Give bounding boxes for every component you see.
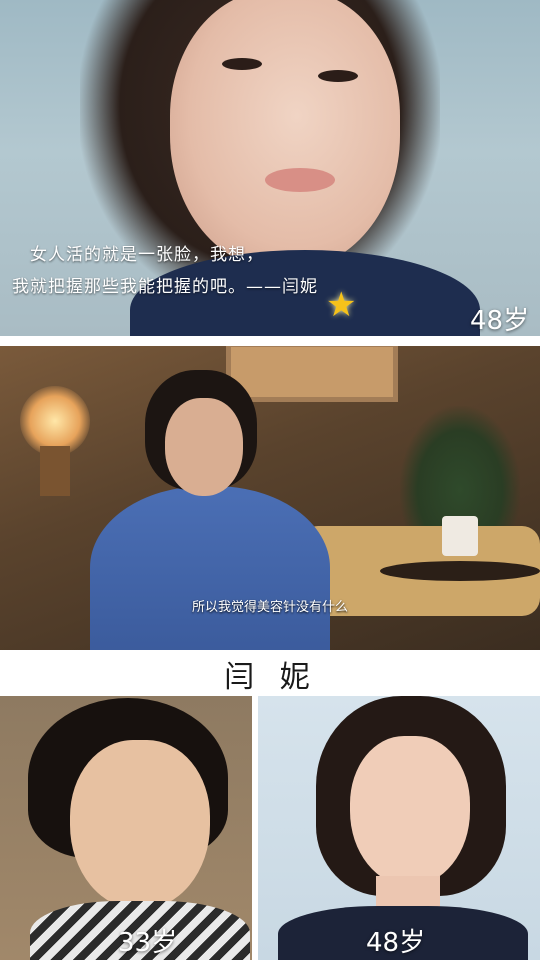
name-label: 闫 妮 bbox=[224, 660, 318, 695]
lips bbox=[265, 168, 335, 192]
video-subtitle: 所以我觉得美容针没有什么 bbox=[191, 600, 348, 615]
portrait-panel: 女人活的就是一张脸，我想， 我就把握那些我能把握的吧。——闫妮 ★ 48岁 bbox=[0, 0, 540, 336]
blue-jacket bbox=[90, 486, 330, 650]
star-icon: ★ bbox=[326, 285, 357, 325]
picture-frame bbox=[226, 346, 398, 402]
left-eye bbox=[222, 58, 262, 70]
right-eye bbox=[318, 70, 358, 82]
face bbox=[170, 0, 400, 270]
lamp-base bbox=[40, 446, 70, 496]
plant-pot bbox=[442, 516, 478, 556]
after-age-label: 48岁 bbox=[366, 928, 426, 958]
after-photo: 48岁 bbox=[258, 696, 540, 960]
quote-line-1: 女人活的就是一张脸，我想， bbox=[30, 245, 264, 265]
interview-panel: 所以我觉得美容针没有什么 bbox=[0, 346, 540, 650]
comparison-panel: 闫 妮 33岁 48岁 bbox=[0, 658, 540, 960]
face bbox=[70, 740, 210, 910]
age-label: 48岁 bbox=[470, 306, 530, 336]
before-photo: 33岁 bbox=[0, 696, 252, 960]
before-age-label: 33岁 bbox=[118, 928, 178, 958]
side-table bbox=[380, 561, 540, 581]
face bbox=[350, 736, 470, 886]
plant bbox=[400, 406, 520, 526]
quote-line-2: 我就把握那些我能把握的吧。——闫妮 bbox=[12, 277, 318, 297]
face bbox=[165, 398, 243, 496]
